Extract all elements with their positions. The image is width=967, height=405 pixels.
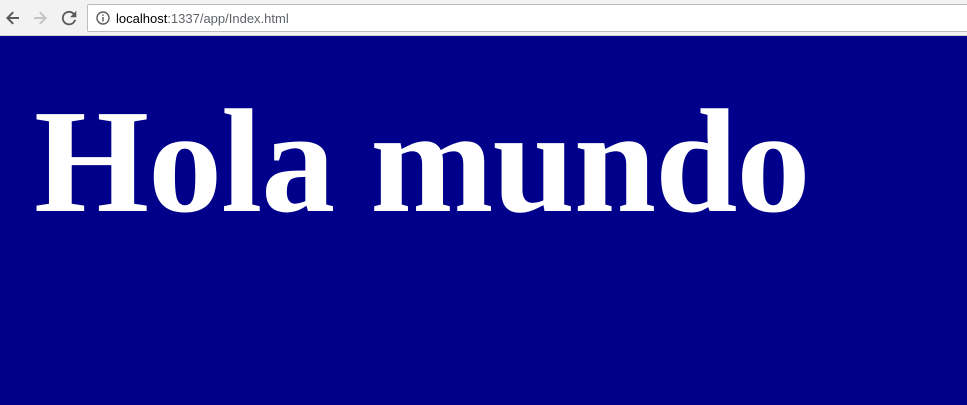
forward-button[interactable] xyxy=(29,6,51,30)
browser-toolbar: localhost:1337/app/Index.html xyxy=(0,0,967,36)
url-path: :1337/app/Index.html xyxy=(167,10,289,26)
page-viewport: Hola mundo xyxy=(0,36,967,405)
back-button[interactable] xyxy=(2,6,24,30)
page-heading: Hola mundo xyxy=(34,80,810,244)
forward-arrow-icon xyxy=(34,11,47,25)
address-bar[interactable]: localhost:1337/app/Index.html xyxy=(87,4,967,32)
reload-button[interactable] xyxy=(58,6,80,30)
url-host: localhost xyxy=(116,10,168,26)
address-url: localhost:1337/app/Index.html xyxy=(116,11,289,26)
reload-icon xyxy=(61,10,77,26)
info-icon[interactable] xyxy=(96,11,110,25)
back-arrow-icon xyxy=(6,11,19,25)
